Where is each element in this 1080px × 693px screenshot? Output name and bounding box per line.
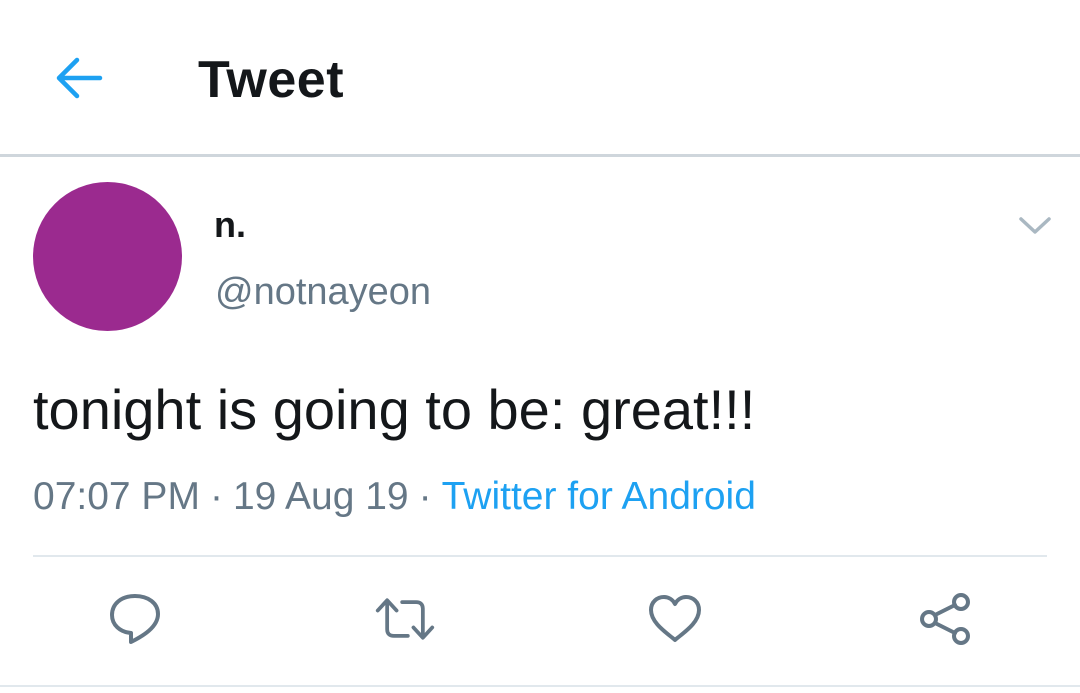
tweet-text: tonight is going to be: great!!! [33, 378, 756, 441]
metadata-divider [33, 555, 1047, 557]
author-handle[interactable]: @notnayeon [215, 266, 431, 318]
retweet-icon [375, 598, 435, 640]
author-display-name[interactable]: n. [214, 200, 246, 250]
action-bar-divider [0, 685, 1080, 687]
meta-separator: · [209, 475, 223, 518]
avatar[interactable] [33, 182, 182, 331]
retweet-button[interactable] [374, 588, 436, 650]
header-divider [0, 154, 1080, 157]
share-button[interactable] [914, 588, 976, 650]
reply-button[interactable] [104, 588, 166, 650]
meta-separator: · [418, 475, 432, 518]
share-icon [920, 593, 970, 645]
top-app-bar: Tweet [0, 0, 1080, 154]
like-button[interactable] [644, 588, 706, 650]
chevron-down-icon [1019, 217, 1051, 234]
back-button[interactable] [48, 50, 108, 106]
tweet-metadata: 07:07 PM · 19 Aug 19 · Twitter for Android [33, 470, 756, 524]
heart-icon [649, 595, 701, 642]
tweet-source-link[interactable]: Twitter for Android [442, 475, 756, 518]
tweet-options-button[interactable] [1010, 200, 1060, 250]
page-title: Tweet [198, 51, 345, 109]
arrow-left-icon [56, 57, 103, 99]
comment-icon [110, 594, 160, 644]
tweet-date: 19 Aug 19 [232, 475, 409, 518]
tweet-time: 07:07 PM [33, 475, 200, 518]
